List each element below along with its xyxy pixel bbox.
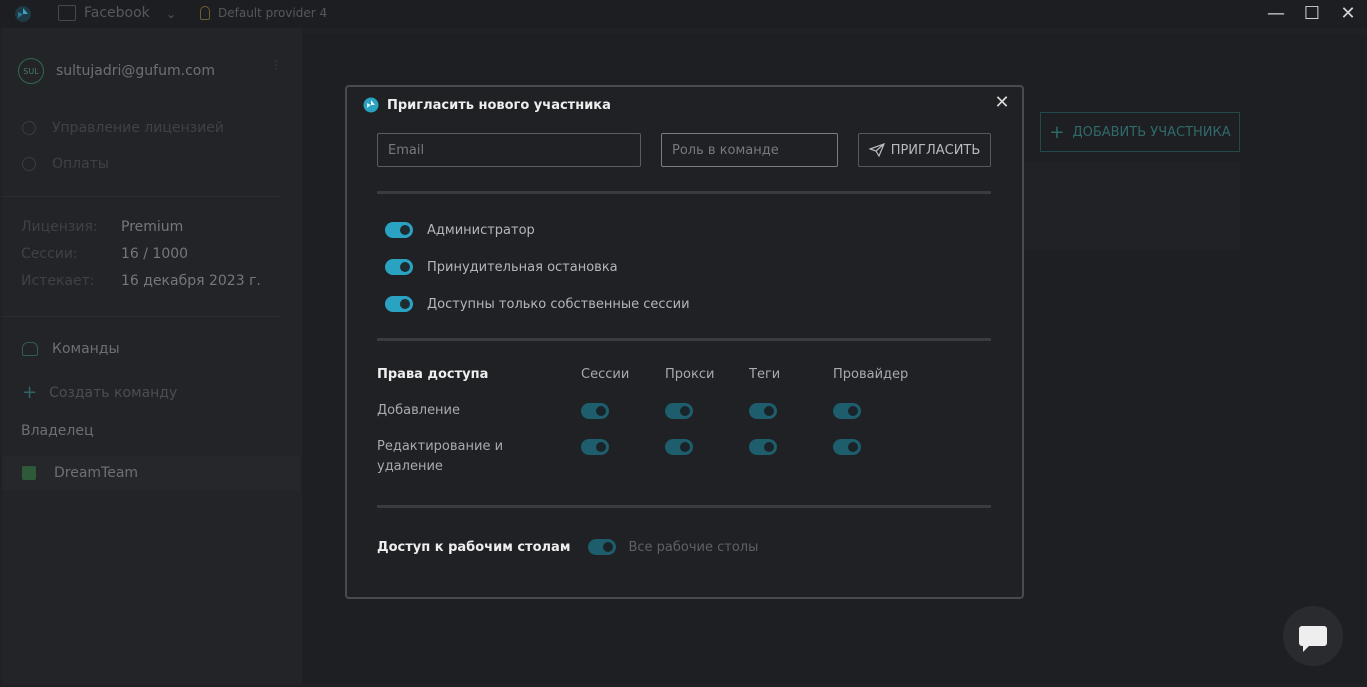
option-label: Принудительная остановка <box>427 259 618 275</box>
browser-profile-icon <box>58 5 76 21</box>
option-own-sessions: Доступны только собственные сессии <box>385 296 690 312</box>
role-field[interactable] <box>661 133 838 167</box>
admin-toggle[interactable] <box>385 222 413 238</box>
users-icon <box>22 342 38 356</box>
edit-tags-toggle[interactable] <box>749 439 777 455</box>
divider <box>2 316 282 317</box>
own-sessions-toggle[interactable] <box>385 296 413 312</box>
column-provider: Провайдер <box>833 367 909 382</box>
all-desktops-label: Все рабочие столы <box>628 539 759 555</box>
profile-name: Facebook <box>84 5 150 21</box>
create-team-button[interactable]: + Создать команду <box>22 382 177 403</box>
user-info: SUL sultujadri@gufum.com <box>18 58 215 84</box>
app-logo-icon <box>15 6 31 22</box>
create-team-label: Создать команду <box>49 384 178 401</box>
all-desktops-toggle[interactable] <box>588 539 617 555</box>
maximize-button[interactable]: ☐ <box>1302 4 1322 24</box>
row-edit-label: Редактирование и удаление <box>377 439 504 474</box>
user-email: sultujadri@gufum.com <box>56 63 215 79</box>
rights-heading: Права доступа <box>377 367 489 382</box>
column-sessions: Сессии <box>581 367 630 382</box>
team-color-icon <box>22 466 36 480</box>
sidebar: SUL sultujadri@gufum.com ⋮ Управление ли… <box>2 28 302 684</box>
add-sessions-toggle[interactable] <box>581 403 609 419</box>
dollar-circle-icon <box>22 157 36 171</box>
email-field[interactable] <box>377 133 641 167</box>
close-dialog-button[interactable]: ✕ <box>994 94 1010 112</box>
add-proxies-toggle[interactable] <box>665 403 693 419</box>
add-provider-toggle[interactable] <box>833 403 861 419</box>
app-window: Facebook ⌄ Default provider 4 — ☐ ✕ SUL … <box>0 0 1367 687</box>
add-member-label: ДОБАВИТЬ УЧАСТНИКА <box>1072 124 1231 140</box>
column-tags: Теги <box>749 367 781 382</box>
column-proxies: Прокси <box>665 367 715 382</box>
expires-row: Истекает: 16 декабря 2023 г. <box>21 273 261 289</box>
divider <box>377 505 991 508</box>
user-circle-icon <box>22 121 36 135</box>
app-logo-icon <box>363 97 379 113</box>
desktop-access-label: Доступ к рабочим столам <box>377 539 571 555</box>
row-add-label: Добавление <box>377 403 461 418</box>
divider <box>377 338 991 341</box>
plus-icon: + <box>22 382 38 403</box>
expires-value: 16 декабря 2023 г. <box>121 273 261 289</box>
provider-name: Default provider 4 <box>218 6 328 20</box>
sidebar-item-license[interactable]: Управление лицензией <box>22 120 224 136</box>
provider-icon <box>200 6 210 20</box>
invite-label: ПРИГЛАСИТЬ <box>890 142 981 158</box>
invite-member-dialog: Пригласить нового участника ✕ ПРИГЛАСИТЬ… <box>345 85 1024 599</box>
team-item-dreamteam[interactable]: DreamTeam <box>2 456 300 490</box>
more-options-icon[interactable]: ⋮ <box>270 59 282 71</box>
option-label: Доступны только собственные сессии <box>427 296 690 312</box>
edit-sessions-toggle[interactable] <box>581 439 609 455</box>
option-label: Администратор <box>427 222 535 238</box>
owner-heading: Владелец <box>21 423 94 439</box>
chat-support-button[interactable] <box>1283 606 1343 666</box>
divider <box>377 191 991 194</box>
edit-provider-toggle[interactable] <box>833 439 861 455</box>
license-key: Лицензия: <box>21 219 98 235</box>
sessions-key: Сессии: <box>21 246 78 262</box>
avatar: SUL <box>18 58 44 84</box>
desktop-access-row: Доступ к рабочим столам Все рабочие стол… <box>377 539 758 555</box>
profile-selector[interactable]: Facebook <box>58 5 150 21</box>
sidebar-item-label: Управление лицензией <box>52 120 224 136</box>
minimize-button[interactable]: — <box>1266 4 1286 24</box>
edit-proxies-toggle[interactable] <box>665 439 693 455</box>
dialog-title: Пригласить нового участника <box>363 97 611 113</box>
provider-selector[interactable]: Default provider 4 <box>200 6 327 20</box>
chevron-down-icon[interactable]: ⌄ <box>166 7 176 21</box>
divider <box>2 196 282 197</box>
team-panel <box>1020 162 1240 250</box>
add-member-button[interactable]: + ДОБАВИТЬ УЧАСТНИКА <box>1040 112 1240 152</box>
license-row: Лицензия: Premium <box>21 219 183 235</box>
add-tags-toggle[interactable] <box>749 403 777 419</box>
dialog-title-text: Пригласить нового участника <box>387 97 611 113</box>
force-stop-toggle[interactable] <box>385 259 413 275</box>
team-name: DreamTeam <box>54 465 139 481</box>
expires-key: Истекает: <box>21 273 95 289</box>
close-window-button[interactable]: ✕ <box>1338 4 1358 24</box>
send-icon <box>868 143 885 157</box>
sidebar-item-teams[interactable]: Команды <box>22 341 120 357</box>
sidebar-item-payments[interactable]: Оплаты <box>22 156 109 172</box>
option-force-stop: Принудительная остановка <box>385 259 618 275</box>
sidebar-item-label: Команды <box>52 341 120 357</box>
sidebar-item-label: Оплаты <box>52 156 109 172</box>
sessions-row: Сессии: 16 / 1000 <box>21 246 188 262</box>
invite-button[interactable]: ПРИГЛАСИТЬ <box>858 133 991 167</box>
title-bar: Facebook ⌄ Default provider 4 — ☐ ✕ <box>0 0 1367 28</box>
plus-icon: + <box>1049 121 1065 143</box>
license-value: Premium <box>121 219 184 235</box>
chat-icon <box>1299 626 1327 652</box>
option-admin: Администратор <box>385 222 535 238</box>
sessions-value: 16 / 1000 <box>121 246 189 262</box>
